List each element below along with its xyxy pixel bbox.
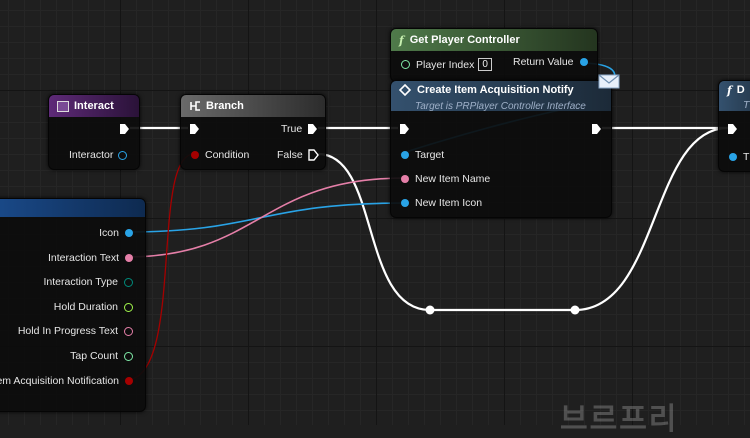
object-pin-icon [401, 151, 409, 159]
interaction-text-label: Interaction Text [47, 252, 119, 264]
create-notify-node[interactable]: Create Item Acquisition Notify Target is… [390, 80, 612, 218]
interactor-label: Interactor [69, 149, 114, 161]
right-target-label: T [743, 151, 750, 163]
return-value-label: Return Value [513, 56, 574, 68]
true-label: True [281, 123, 303, 135]
interactor-pin[interactable]: Interactor [69, 149, 128, 161]
object-pin-icon [401, 199, 409, 207]
event-icon [57, 100, 69, 112]
hold-duration-label: Hold Duration [53, 301, 118, 313]
function-icon: f [727, 84, 732, 97]
branch-node[interactable]: Branch Condition True False [180, 94, 326, 170]
interaction-text-pin[interactable]: Interaction Text [48, 252, 133, 264]
right-function-node[interactable]: f D T T [718, 80, 750, 172]
branch-exec-in[interactable] [189, 123, 200, 135]
player-index-pin[interactable]: Player Index 0 [401, 58, 492, 71]
interaction-type-pin[interactable]: Interaction Type [43, 276, 133, 288]
get-player-controller-title: Get Player Controller [409, 34, 520, 46]
interact-node[interactable]: Interact Interactor [48, 94, 140, 170]
target-label: Target [415, 149, 445, 161]
branch-title: Branch [206, 100, 244, 112]
interact-header[interactable]: Interact [49, 95, 139, 117]
bool-pin-icon [125, 377, 133, 385]
exec-out-icon [308, 124, 318, 134]
exec-in-icon [190, 124, 199, 134]
condition-pin[interactable]: Condition [191, 149, 249, 161]
hold-in-progress-text-pin[interactable]: Hold In Progress Text [18, 325, 133, 337]
condition-label: Condition [205, 149, 250, 161]
text-pin-icon [124, 326, 133, 336]
true-pin[interactable]: True [281, 123, 318, 135]
right-exec-in[interactable] [727, 123, 738, 135]
interaction-type-label: Interaction Type [43, 276, 118, 288]
new-item-icon-pin[interactable]: New Item Icon [401, 197, 482, 209]
false-pin[interactable]: False [277, 149, 319, 161]
item-acquisition-notification-pin[interactable]: em Acquisition Notification [0, 375, 133, 387]
false-label: False [277, 149, 303, 161]
int-pin-icon [401, 60, 410, 69]
return-value-pin[interactable]: Return Value [513, 56, 588, 68]
exec-out-icon [120, 124, 129, 134]
interface-icon [399, 84, 411, 96]
struct-break-header[interactable] [0, 199, 145, 217]
exec-in-icon [728, 124, 737, 134]
icon-label: Icon [99, 227, 119, 239]
branch-header[interactable]: Branch [181, 95, 325, 117]
new-item-name-label: New Item Name [415, 173, 491, 185]
branch-icon [190, 101, 200, 111]
new-item-name-pin[interactable]: New Item Name [401, 173, 490, 185]
tap-count-pin[interactable]: Tap Count [70, 350, 133, 362]
byte-pin-icon [124, 277, 133, 287]
right-node-subtitle: T [743, 99, 750, 111]
icon-pin[interactable]: Icon [99, 227, 133, 239]
get-player-controller-header[interactable]: f Get Player Controller [391, 29, 597, 51]
right-node-title: D [736, 84, 745, 96]
function-icon: f [399, 33, 404, 47]
right-target-pin[interactable]: T [729, 151, 749, 163]
tap-count-label: Tap Count [70, 350, 118, 362]
watermark: 브르프리 [560, 402, 679, 437]
create-notify-subtitle: Target is PRPlayer Controller Interface [415, 101, 586, 112]
struct-break-node[interactable]: Icon Interaction Text Interaction Type H… [0, 198, 146, 412]
reroute-node-2 [570, 305, 580, 315]
notify-exec-in[interactable] [399, 123, 410, 135]
exec-out-icon [592, 124, 601, 134]
player-index-label: Player Index [416, 58, 475, 71]
envelope-icon [598, 74, 620, 89]
interact-title: Interact [74, 100, 114, 112]
create-notify-title: Create Item Acquisition Notify [417, 84, 574, 96]
object-pin-icon [579, 58, 588, 66]
text-pin-icon [125, 254, 133, 262]
text-pin-icon [401, 175, 409, 183]
reroute-node-1 [425, 305, 435, 315]
bool-pin-icon [191, 151, 199, 159]
int-pin-icon [124, 351, 133, 361]
player-index-input[interactable]: 0 [478, 58, 492, 71]
hold-in-progress-text-label: Hold In Progress Text [17, 325, 118, 337]
exec-in-icon [400, 124, 409, 134]
item-acquisition-notification-label: em Acquisition Notification [0, 375, 119, 387]
interact-exec-out[interactable] [119, 123, 130, 135]
object-pin-icon [729, 153, 737, 161]
new-item-icon-label: New Item Icon [415, 197, 483, 209]
object-pin-icon [118, 150, 128, 160]
exec-out-icon [307, 149, 319, 161]
float-pin-icon [124, 302, 133, 312]
notify-exec-out[interactable] [591, 123, 602, 135]
object-pin-icon [125, 229, 133, 237]
hold-duration-pin[interactable]: Hold Duration [54, 301, 133, 313]
target-pin[interactable]: Target [401, 149, 444, 161]
get-player-controller-node[interactable]: f Get Player Controller Player Index 0 R… [390, 28, 598, 82]
